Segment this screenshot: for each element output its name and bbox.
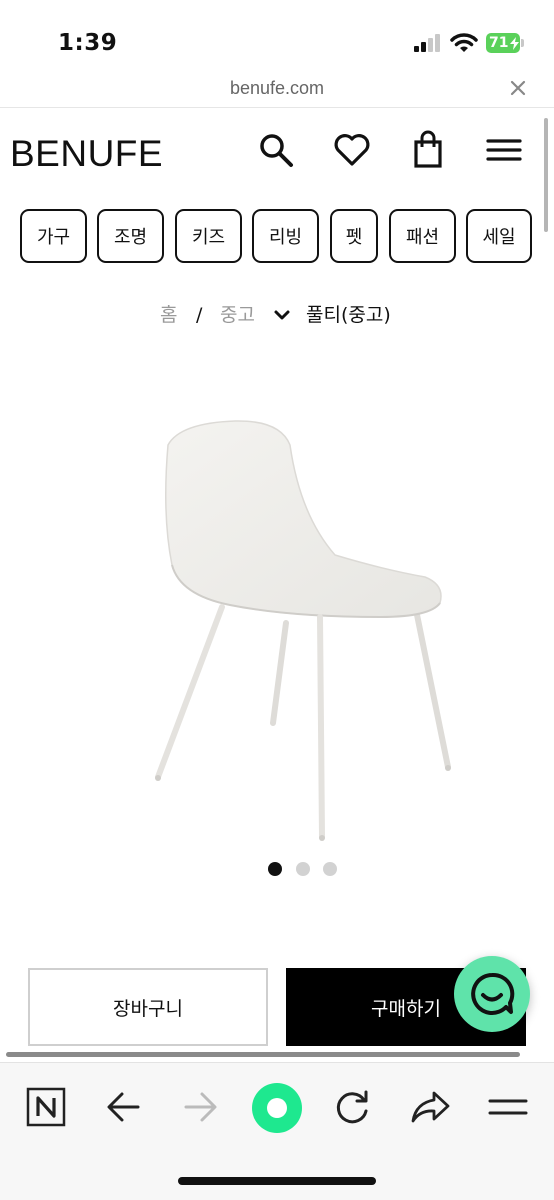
url-bar[interactable]: benufe.com — [0, 72, 554, 108]
share-icon[interactable] — [408, 1085, 452, 1129]
chevron-down-icon[interactable] — [272, 306, 292, 324]
category-chip[interactable]: 세일 — [466, 209, 532, 263]
breadcrumb-parent[interactable]: 중고 — [220, 300, 255, 330]
category-chip[interactable]: 리빙 — [252, 209, 319, 263]
category-chips: 가구 조명 키즈 리빙 펫 패션 세일 — [20, 209, 540, 263]
breadcrumb-home[interactable]: 홈 — [160, 300, 177, 330]
breadcrumb: 홈 / 중고 풀티(중고) — [0, 300, 554, 330]
wifi-icon — [450, 33, 478, 52]
home-indicator[interactable] — [178, 1177, 376, 1185]
category-chip[interactable]: 펫 — [330, 209, 378, 263]
green-dot-icon[interactable] — [252, 1083, 302, 1133]
menu-icon[interactable] — [486, 1085, 530, 1129]
back-arrow-icon[interactable] — [102, 1085, 146, 1129]
breadcrumb-current: 풀티(중고) — [306, 304, 391, 326]
site-logo[interactable]: BENUFE — [10, 133, 163, 175]
category-chip[interactable]: 키즈 — [175, 209, 242, 263]
status-time: 1:39 — [58, 30, 118, 56]
status-bar: 1:39 71 — [0, 0, 554, 80]
battery-level: 71 — [489, 35, 509, 51]
category-chip[interactable]: 가구 — [20, 209, 87, 263]
pager-dot-active[interactable] — [268, 862, 282, 876]
shopping-bag-icon[interactable] — [408, 130, 448, 170]
close-icon[interactable] — [508, 78, 528, 98]
browser-toolbar — [0, 1062, 554, 1200]
category-chip[interactable]: 조명 — [97, 209, 164, 263]
breadcrumb-separator: / — [196, 304, 203, 326]
white-chair-image[interactable] — [140, 405, 470, 855]
search-icon[interactable] — [256, 130, 296, 170]
site-header: BENUFE — [0, 108, 554, 200]
naver-n-icon[interactable] — [24, 1085, 68, 1129]
cellular-signal-icon — [414, 34, 442, 52]
horizontal-scrollbar[interactable] — [6, 1052, 520, 1057]
pager-dot[interactable] — [323, 862, 337, 876]
category-chip[interactable]: 패션 — [389, 209, 456, 263]
chat-smile-icon — [471, 972, 515, 1015]
vertical-scrollbar[interactable] — [544, 118, 548, 232]
pager-dot[interactable] — [296, 862, 310, 876]
menu-icon[interactable] — [484, 130, 524, 170]
url-text[interactable]: benufe.com — [0, 78, 554, 99]
heart-icon[interactable] — [332, 130, 372, 170]
refresh-icon[interactable] — [330, 1085, 374, 1129]
add-to-cart-button[interactable]: 장바구니 — [28, 968, 268, 1046]
forward-arrow-icon[interactable] — [178, 1085, 222, 1129]
image-pager — [0, 862, 554, 878]
chat-button[interactable] — [454, 956, 530, 1032]
battery-icon: 71 — [486, 33, 524, 53]
